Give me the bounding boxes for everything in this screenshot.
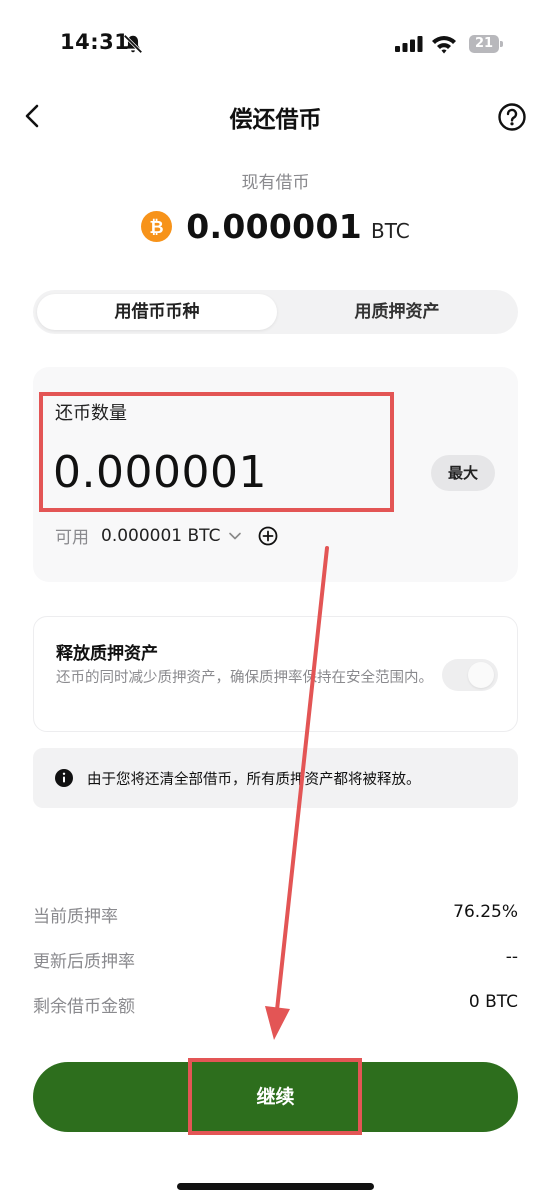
- annotation-highlight-repay-amount: [39, 392, 394, 512]
- tab-borrowed-coin[interactable]: 用借币币种: [37, 290, 277, 334]
- battery-icon: 21: [469, 35, 503, 53]
- battery-level: 21: [469, 35, 499, 53]
- repay-method-tabs: 用借币币种 用质押资产: [33, 290, 518, 334]
- max-button[interactable]: 最大: [431, 455, 495, 491]
- release-notice: 由于您将还清全部借币，所有质押资产都将被释放。: [33, 748, 518, 808]
- toggle-knob: [468, 662, 494, 688]
- add-circle-icon[interactable]: [258, 526, 278, 546]
- status-time: 14:31: [60, 30, 130, 54]
- summary-value: 0 BTC: [468, 992, 518, 1012]
- battery-tip: [500, 41, 503, 47]
- home-indicator: [177, 1183, 374, 1190]
- summary-row-updated-ratio: 更新后质押率 --: [33, 943, 518, 988]
- available-value[interactable]: 0.000001 BTC: [101, 526, 220, 546]
- bitcoin-icon: ₿: [141, 210, 173, 242]
- available-balance: 可用 0.000001 BTC: [55, 523, 278, 548]
- debt-unit: BTC: [370, 219, 410, 243]
- nav-bar: 偿还借币: [0, 92, 551, 140]
- release-collateral-toggle[interactable]: [442, 659, 498, 691]
- annotation-highlight-continue: [188, 1058, 362, 1135]
- available-label: 可用: [55, 528, 89, 548]
- help-icon[interactable]: [497, 102, 527, 132]
- page-title: 偿还借币: [229, 107, 322, 133]
- bell-slash-icon: [123, 34, 143, 54]
- current-debt: ₿ 0.000001 BTC: [0, 203, 551, 249]
- chevron-down-icon[interactable]: [228, 529, 242, 543]
- summary-value: 76.25%: [453, 902, 518, 922]
- release-collateral-card: 释放质押资产 还币的同时减少质押资产，确保质押率保持在安全范围内。: [33, 616, 518, 732]
- summary-value: --: [505, 947, 518, 967]
- wifi-icon: [432, 36, 456, 54]
- summary-label: 更新后质押率: [33, 952, 135, 972]
- debt-amount: 0.000001: [186, 206, 362, 246]
- status-bar: 14:31 21: [0, 0, 551, 90]
- summary-row-remaining-debt: 剩余借币金额 0 BTC: [33, 988, 518, 1033]
- summary-row-current-ratio: 当前质押率 76.25%: [33, 898, 518, 943]
- info-icon: [55, 769, 73, 787]
- summary-label: 剩余借币金额: [33, 997, 135, 1017]
- notice-text: 由于您将还清全部借币，所有质押资产都将被释放。: [87, 771, 421, 788]
- tab-collateral[interactable]: 用质押资产: [277, 290, 517, 334]
- current-debt-label: 现有借币: [241, 173, 310, 193]
- release-collateral-description: 还币的同时减少质押资产，确保质押率保持在安全范围内。: [56, 670, 433, 686]
- release-collateral-title: 释放质押资产: [56, 644, 158, 664]
- svg-text:₿: ₿: [150, 217, 164, 237]
- summary-label: 当前质押率: [33, 907, 118, 927]
- signal-icon: [395, 36, 423, 52]
- summary-list: 当前质押率 76.25% 更新后质押率 -- 剩余借币金额 0 BTC: [33, 898, 518, 1033]
